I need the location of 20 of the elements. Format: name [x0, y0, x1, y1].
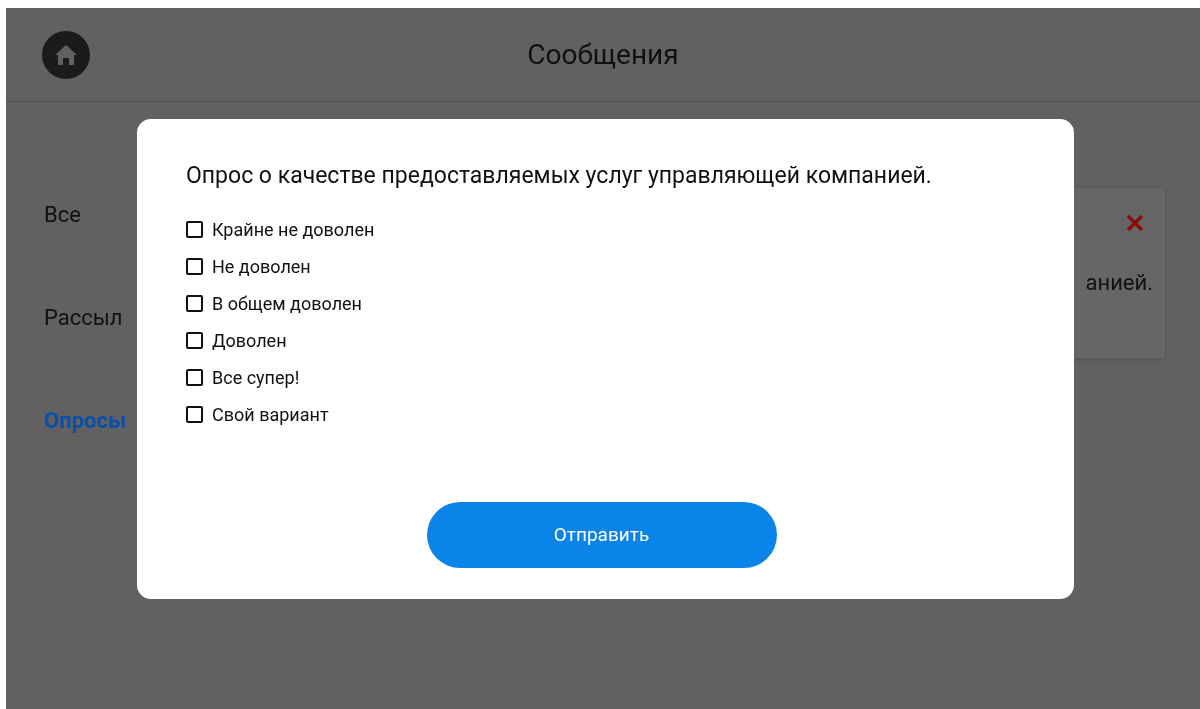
message-text: анией. — [1085, 269, 1153, 297]
option-label: Свой вариант — [212, 402, 329, 427]
option-label: В общем доволен — [212, 291, 362, 316]
checkbox[interactable] — [186, 295, 203, 312]
submit-button[interactable]: Отправить — [426, 502, 777, 568]
home-button[interactable] — [42, 30, 90, 79]
screen-title: Сообщения — [527, 36, 679, 73]
sidebar-item[interactable]: Рассыл — [44, 301, 127, 334]
option-label: Все супер! — [212, 365, 300, 390]
checkbox[interactable] — [186, 406, 203, 423]
sidebar-item[interactable]: Все — [44, 198, 127, 231]
home-icon — [53, 42, 79, 67]
checkbox[interactable] — [186, 221, 203, 238]
option-label: Не доволен — [212, 254, 311, 279]
option-label: Доволен — [212, 328, 287, 353]
checkbox[interactable] — [186, 258, 203, 275]
checkbox[interactable] — [186, 332, 203, 349]
option-label: Крайне не доволен — [212, 217, 375, 242]
survey-question: Опрос о качестве предоставляемых услуг управляющей компанией. — [186, 161, 933, 191]
checkbox[interactable] — [186, 369, 203, 386]
